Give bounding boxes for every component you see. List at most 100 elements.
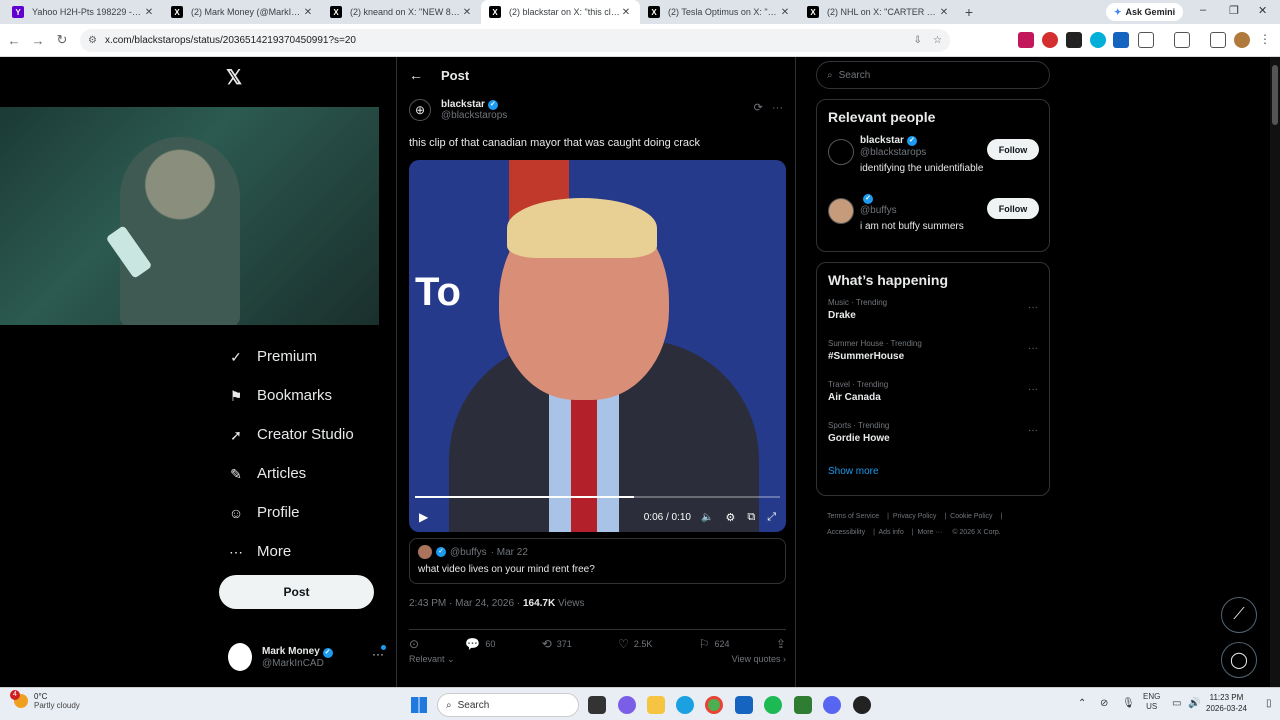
- extension-icon[interactable]: [1066, 32, 1082, 48]
- follow-button[interactable]: Follow: [987, 139, 1039, 160]
- install-icon[interactable]: ⇩: [914, 35, 922, 46]
- browser-tab[interactable]: X (2) Tesla Optimus on X: "Optim✕: [640, 0, 799, 24]
- messages-button[interactable]: ◯: [1221, 642, 1257, 678]
- language-indicator[interactable]: ENG US: [1143, 692, 1160, 712]
- play-count-button[interactable]: ⊙: [409, 637, 419, 651]
- scrollbar-thumb[interactable]: [1272, 65, 1278, 125]
- relevant-dropdown[interactable]: Relevant ⌄: [409, 654, 455, 665]
- network-icon[interactable]: ⊘: [1100, 698, 1108, 709]
- volume-icon[interactable]: 🔈: [701, 512, 713, 523]
- extension-icon[interactable]: [1090, 32, 1106, 48]
- task-view-icon[interactable]: [588, 696, 606, 714]
- grok-icon[interactable]: ⟳: [754, 102, 763, 114]
- maximize-button[interactable]: ❐: [1229, 4, 1239, 17]
- search-input[interactable]: ⌕ Search: [816, 61, 1050, 89]
- author-name[interactable]: blackstar: [441, 99, 485, 110]
- grok-button[interactable]: ⟋: [1221, 597, 1257, 633]
- taskbar-search[interactable]: ⌕ Search: [437, 693, 579, 717]
- copilot-icon[interactable]: [618, 696, 636, 714]
- more-options-icon[interactable]: ···: [1028, 302, 1038, 313]
- quoted-tweet[interactable]: ✓ @buffys · Mar 22 what video lives on y…: [409, 538, 786, 584]
- forward-icon[interactable]: →: [26, 33, 50, 48]
- browser-menu-icon[interactable]: ⋮: [1257, 32, 1273, 48]
- extension-icon[interactable]: [1042, 32, 1058, 48]
- terms-link[interactable]: Terms of Service: [827, 513, 879, 520]
- star-icon[interactable]: ☆: [933, 35, 942, 46]
- volume-icon[interactable]: 🔊: [1188, 698, 1200, 709]
- close-tab-icon[interactable]: ✕: [302, 7, 314, 18]
- scrollbar[interactable]: [1270, 57, 1280, 687]
- back-arrow-icon[interactable]: ←: [409, 67, 423, 83]
- video-progress-bar[interactable]: [415, 496, 780, 498]
- close-tab-icon[interactable]: ✕: [938, 7, 950, 18]
- omnibox[interactable]: ⚙ x.com/blackstarops/status/203651421937…: [80, 29, 950, 52]
- avatar[interactable]: [828, 139, 854, 165]
- more-options-icon[interactable]: ···: [372, 647, 384, 661]
- new-tab-button[interactable]: +: [958, 4, 980, 20]
- minimize-button[interactable]: –: [1200, 4, 1206, 16]
- tweet-timestamp[interactable]: 2:43 PM · Mar 24, 2026 ·: [409, 598, 523, 609]
- browser-tab[interactable]: X (2) Mark Money (@MarkInCAD✕: [163, 0, 322, 24]
- account-switcher[interactable]: Mark Money ✓ @MarkInCAD ···: [228, 639, 388, 675]
- trend-item[interactable]: Summer House · Trending #SummerHouse ···: [817, 335, 1049, 376]
- accessibility-link[interactable]: Accessibility: [827, 529, 865, 536]
- more-options-icon[interactable]: ···: [772, 102, 783, 114]
- close-tab-icon[interactable]: ✕: [779, 7, 791, 18]
- browser-tab[interactable]: Y Yahoo H2H-Pts 198229 - Phant✕: [4, 0, 163, 24]
- video-player[interactable]: To ▶ 0:06 / 0:10 🔈 ⚙ ⧉ ⤢: [409, 160, 786, 532]
- nav-item-creator-studio[interactable]: ➚ Creator Studio: [228, 415, 354, 454]
- relevant-person[interactable]: blackstar ✓ @blackstarops identifying the u…: [817, 131, 1049, 190]
- play-icon[interactable]: ▶: [419, 510, 428, 524]
- reload-icon[interactable]: ↻: [50, 32, 74, 48]
- follow-button[interactable]: Follow: [987, 198, 1039, 219]
- weather-widget[interactable]: 4 0°C Partly cloudy: [10, 690, 80, 710]
- close-tab-icon[interactable]: ✕: [461, 7, 473, 18]
- more-options-icon[interactable]: ···: [1028, 343, 1038, 354]
- author-handle[interactable]: @blackstarops: [441, 110, 507, 121]
- tray-chevron-icon[interactable]: ⌃: [1078, 698, 1086, 709]
- settings-icon[interactable]: ⚙: [725, 511, 735, 524]
- site-info-icon[interactable]: ⚙: [88, 35, 97, 46]
- extension-icon[interactable]: [1113, 32, 1129, 48]
- avatar[interactable]: [828, 198, 854, 224]
- app-icon[interactable]: [735, 696, 753, 714]
- windows-start-icon[interactable]: [411, 697, 427, 713]
- nav-item-premium[interactable]: ✓ Premium: [228, 337, 354, 376]
- display-icon[interactable]: ▭: [1172, 698, 1181, 709]
- notifications-icon[interactable]: ▯: [1266, 698, 1272, 709]
- close-tab-icon[interactable]: ✕: [620, 7, 632, 18]
- person-handle[interactable]: @blackstarops: [860, 147, 983, 158]
- pip-icon[interactable]: ⧉: [747, 511, 755, 524]
- more-options-icon[interactable]: ···: [1028, 384, 1038, 395]
- tab-search-icon[interactable]: [1174, 32, 1190, 48]
- person-name[interactable]: blackstar: [860, 135, 904, 146]
- reply-button[interactable]: 💬 60: [465, 637, 495, 651]
- extensions-puzzle-icon[interactable]: [1138, 32, 1154, 48]
- url-text[interactable]: x.com/blackstarops/status/20365142193704…: [105, 35, 356, 46]
- reading-list-icon[interactable]: [1210, 32, 1226, 48]
- profile-avatar[interactable]: [1234, 32, 1250, 48]
- privacy-link[interactable]: Privacy Policy: [893, 513, 937, 520]
- edge-icon[interactable]: [676, 696, 694, 714]
- person-handle[interactable]: @buffys: [860, 205, 964, 216]
- view-quotes-link[interactable]: View quotes ›: [732, 654, 786, 665]
- relevant-person[interactable]: ✓ @buffys i am not buffy summers Follow: [817, 190, 1049, 249]
- back-icon[interactable]: ←: [2, 33, 26, 48]
- discord-icon[interactable]: [823, 696, 841, 714]
- avatar[interactable]: ⊕: [409, 99, 431, 121]
- clock[interactable]: 11:23 PM 2026-03-24: [1206, 692, 1247, 714]
- x-logo-icon[interactable]: 𝕏: [226, 65, 242, 90]
- ask-gemini-button[interactable]: ✦ Ask Gemini: [1106, 3, 1184, 21]
- trend-item[interactable]: Music · Trending Drake ···: [817, 294, 1049, 335]
- browser-tab[interactable]: X (2) NHL on X: "CARTER YAKEMC✕: [799, 0, 958, 24]
- file-explorer-icon[interactable]: [647, 696, 665, 714]
- like-button[interactable]: ♡ 2.5K: [618, 637, 652, 651]
- trend-item[interactable]: Sports · Trending Gordie Howe ···: [817, 417, 1049, 458]
- browser-tab[interactable]: X (2) blackstar on X: "this clip of t✕: [481, 0, 640, 24]
- ads-info-link[interactable]: Ads info: [878, 529, 903, 536]
- chrome-icon[interactable]: [705, 696, 723, 714]
- bookmark-button[interactable]: ⚐ 624: [699, 637, 730, 651]
- repost-button[interactable]: ⟲ 371: [542, 637, 572, 651]
- tweet-author[interactable]: ⊕ blackstar ✓ @blackstarops: [409, 99, 507, 121]
- browser-tab[interactable]: X (2) kneand on X: "NEW 80+ Liv✕: [322, 0, 481, 24]
